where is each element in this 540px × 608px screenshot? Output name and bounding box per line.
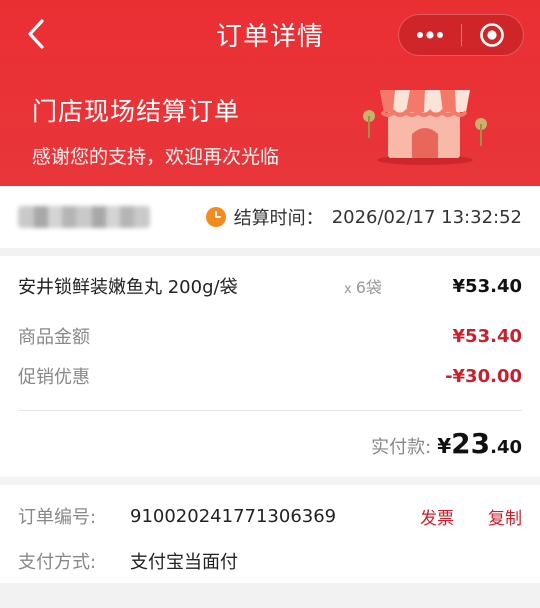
more-dots-icon: [416, 31, 443, 39]
clock-icon: [205, 207, 226, 227]
close-mini-program-button[interactable]: [462, 15, 524, 55]
goods-amount-row: 商品金额 ¥53.40: [18, 316, 522, 356]
navigation-bar: 订单详情: [0, 0, 540, 68]
promotion-row: 促销优惠 -¥30.00: [18, 356, 522, 396]
order-number-value: 910020241771306369: [130, 505, 337, 527]
order-number-label: 订单编号:: [18, 507, 97, 528]
header: 订单详情 门店现场结算订单 感谢您的支持，欢迎再次光临: [0, 0, 540, 186]
goods-amount-value: ¥53.40: [452, 325, 522, 347]
order-number-row: 订单编号: 910020241771306369 发票 复制: [18, 485, 522, 539]
mini-program-close-icon: [480, 23, 505, 47]
promotion-label: 促销优惠: [18, 367, 90, 388]
item-quantity-prefix: x: [344, 282, 352, 297]
amount-paid-label: 实付款:: [371, 437, 432, 458]
invoice-button[interactable]: 发票: [420, 504, 454, 529]
hero-title: 门店现场结算订单: [32, 97, 241, 126]
amount-paid-integer: 23: [451, 427, 491, 460]
item-quantity: x 6袋: [344, 274, 434, 298]
settlement-time-row: 结算时间： 2026/02/17 13:32:52: [0, 186, 540, 256]
copy-button[interactable]: 复制: [488, 504, 522, 529]
more-button[interactable]: [399, 15, 461, 55]
promotion-value: -¥30.00: [445, 365, 522, 387]
payment-method-value: 支付宝当面付: [130, 552, 238, 573]
goods-amount-label: 商品金额: [18, 327, 90, 348]
amount-paid-currency: ¥: [437, 434, 452, 458]
payment-method-label: 支付方式:: [18, 552, 97, 573]
redacted-store-name: [18, 206, 150, 228]
shop-illustration: [363, 90, 487, 165]
amount-paid-row: 实付款: ¥ 23 .40: [18, 411, 522, 477]
item-price: ¥53.40: [452, 275, 522, 297]
list-item[interactable]: 安井锁鲜装嫩鱼丸 200g/袋 x 6袋 ¥53.40: [18, 256, 522, 316]
settlement-time-label: 结算时间：: [233, 208, 324, 229]
amount-paid-decimal: .40: [490, 437, 522, 458]
item-quantity-value: 6袋: [355, 278, 382, 297]
settlement-time-value: 2026/02/17 13:32:52: [331, 206, 522, 228]
mini-program-capsule: [398, 14, 524, 56]
item-name: 安井锁鲜装嫩鱼丸 200g/袋: [18, 277, 238, 298]
order-info-card: 订单编号: 910020241771306369 发票 复制 支付方式: 支付宝…: [0, 485, 540, 583]
settlement-time: 结算时间： 2026/02/17 13:32:52: [205, 204, 522, 230]
hero-subtitle: 感谢您的支持，欢迎再次光临: [32, 146, 280, 168]
order-items-card: 安井锁鲜装嫩鱼丸 200g/袋 x 6袋 ¥53.40 商品金额 ¥53.40 促…: [0, 256, 540, 485]
payment-method-row: 支付方式: 支付宝当面付: [18, 539, 522, 583]
